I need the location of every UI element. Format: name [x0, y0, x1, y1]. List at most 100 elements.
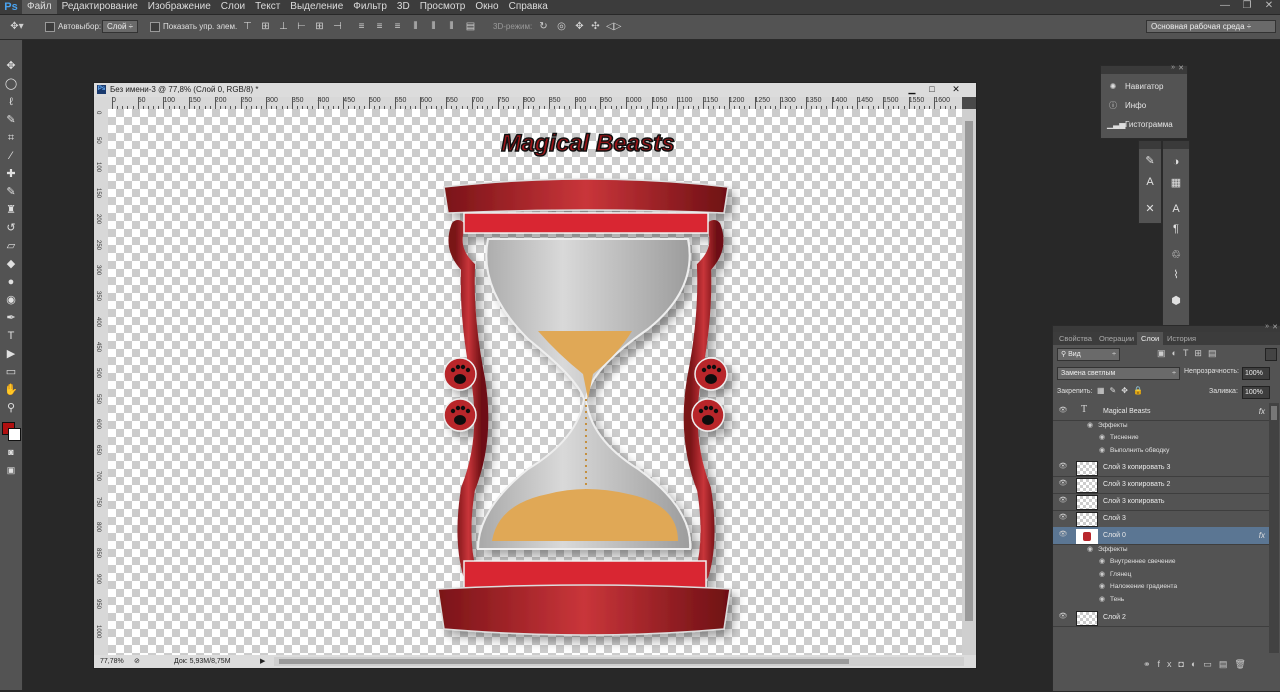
- effect-item[interactable]: ◉ Внутреннее свечение: [1053, 556, 1269, 568]
- status-info-icon[interactable]: ⊘: [134, 655, 140, 668]
- zoom-level[interactable]: 77,78%: [100, 655, 124, 668]
- blur-tool-icon[interactable]: ●: [3, 274, 19, 290]
- eraser-tool-icon[interactable]: ▱: [3, 238, 19, 254]
- drag-3d-icon[interactable]: ✥: [574, 21, 585, 32]
- workspace-dropdown[interactable]: Основная рабочая среда ÷: [1146, 20, 1276, 34]
- eye-icon[interactable]: ◉: [1098, 594, 1106, 606]
- doc-minimize-icon[interactable]: ▁: [902, 83, 922, 97]
- menu-item[interactable]: Окно: [470, 0, 503, 14]
- background-color-swatch[interactable]: [8, 428, 21, 441]
- layer-row[interactable]: 👁 Слой 0 fx: [1053, 527, 1269, 546]
- restore-icon[interactable]: ❐: [1236, 0, 1258, 14]
- hand-tool-icon[interactable]: ✋: [3, 382, 19, 398]
- move-tool-icon[interactable]: ✥: [3, 58, 19, 74]
- align-left-icon[interactable]: ⊢: [296, 21, 307, 32]
- character-icon[interactable]: A: [1142, 174, 1158, 190]
- eye-icon[interactable]: 👁: [1058, 530, 1068, 540]
- move-tool-icon[interactable]: ✥▾: [8, 21, 26, 32]
- 3d-cube-icon[interactable]: ⬢: [1168, 293, 1184, 309]
- tools-presets-icon[interactable]: ✕: [1142, 201, 1158, 217]
- align-hcenter-icon[interactable]: ⊞: [314, 21, 325, 32]
- auto-align-icon[interactable]: ▤: [465, 21, 476, 32]
- lock-icons[interactable]: ▦✎✥🔒: [1097, 386, 1148, 395]
- distribute-vcenter-icon[interactable]: ≡: [374, 21, 385, 32]
- layer-row[interactable]: 👁 Слой 3 копировать 3: [1053, 459, 1269, 478]
- rotate-3d-icon[interactable]: ↻: [538, 21, 549, 32]
- menu-item[interactable]: Файл: [22, 0, 57, 14]
- eye-icon[interactable]: ◉: [1086, 420, 1094, 432]
- vertical-scrollbar[interactable]: [962, 109, 976, 657]
- eye-icon[interactable]: 👁: [1058, 513, 1068, 523]
- effects-group[interactable]: ◉ Эффекты: [1053, 420, 1269, 432]
- show-controls-checkbox[interactable]: Показать упр. элем.: [150, 20, 237, 34]
- layer-row[interactable]: 👁 T Magical Beasts fx: [1053, 403, 1269, 421]
- menu-item[interactable]: Изображение: [143, 0, 216, 14]
- roll-3d-icon[interactable]: ◎: [556, 21, 567, 32]
- menu-item[interactable]: Редактирование: [57, 0, 143, 14]
- pen-tool-icon[interactable]: ✒: [3, 310, 19, 326]
- fx-icon[interactable]: fx: [1259, 527, 1265, 544]
- layer-filter-dropdown[interactable]: ⚲ Вид ÷: [1057, 348, 1120, 361]
- brush-presets-icon[interactable]: ✎: [1142, 153, 1158, 169]
- eye-icon[interactable]: ◉: [1098, 556, 1106, 568]
- quick-mask-icon[interactable]: ◙: [3, 444, 19, 460]
- crop-tool-icon[interactable]: ⌗: [3, 130, 19, 146]
- blend-mode-dropdown[interactable]: Замена светлым ÷: [1057, 367, 1180, 380]
- eye-icon[interactable]: 👁: [1058, 479, 1068, 489]
- eye-icon[interactable]: ◉: [1086, 544, 1094, 556]
- effect-item[interactable]: ◉ Наложение градиента: [1053, 581, 1269, 593]
- menu-item[interactable]: Фильтр: [348, 0, 392, 14]
- filter-toggle[interactable]: [1265, 348, 1277, 361]
- color-panel-icon[interactable]: ◑: [1168, 154, 1184, 170]
- scale-3d-icon[interactable]: ◁▷: [606, 21, 621, 32]
- eye-icon[interactable]: 👁: [1058, 612, 1068, 622]
- eye-icon[interactable]: ◉: [1098, 445, 1106, 457]
- fill-input[interactable]: 100%: [1242, 386, 1270, 399]
- eye-icon[interactable]: 👁: [1058, 462, 1068, 472]
- eyedropper-icon[interactable]: ⁄: [3, 148, 19, 164]
- path-selection-icon[interactable]: ▶: [3, 346, 19, 362]
- menu-item[interactable]: Просмотр: [415, 0, 471, 14]
- align-vcenter-icon[interactable]: ⊞: [260, 21, 271, 32]
- opacity-input[interactable]: 100%: [1242, 367, 1270, 380]
- tab-3[interactable]: История: [1163, 332, 1200, 345]
- menu-item[interactable]: Выделение: [285, 0, 348, 14]
- menu-item[interactable]: Справка: [504, 0, 553, 14]
- layer-row[interactable]: 👁 Слой 3 копировать: [1053, 493, 1269, 512]
- auto-select-checkbox[interactable]: Автовыбор:: [45, 20, 101, 34]
- paths-icon[interactable]: ⌇: [1168, 267, 1184, 283]
- paragraph-icon[interactable]: ¶: [1168, 221, 1184, 237]
- dodge-tool-icon[interactable]: ◉: [3, 292, 19, 308]
- screen-mode-icon[interactable]: ▣: [3, 462, 19, 478]
- layer-row[interactable]: 👁 Слой 3 копировать 2: [1053, 476, 1269, 495]
- doc-close-icon[interactable]: ✕: [946, 83, 966, 97]
- slide-3d-icon[interactable]: ✣: [590, 21, 601, 32]
- panel-header[interactable]: » ✕: [1101, 64, 1187, 74]
- tab-0[interactable]: Свойства: [1055, 332, 1096, 345]
- history-brush-icon[interactable]: ↺: [3, 220, 19, 236]
- eye-icon[interactable]: ◉: [1098, 581, 1106, 593]
- distribute-right-icon[interactable]: ⦀: [446, 21, 457, 32]
- canvas[interactable]: Magical Beasts: [108, 109, 962, 657]
- close-icon[interactable]: ✕: [1258, 0, 1280, 14]
- eye-icon[interactable]: 👁: [1058, 496, 1068, 506]
- paint-bucket-icon[interactable]: ◆: [3, 256, 19, 272]
- document-tab[interactable]: Ps Без имени-3 @ 77,8% (Слой 0, RGB/8) *…: [94, 83, 976, 97]
- marquee-tool-icon[interactable]: ◯: [3, 76, 19, 92]
- eye-icon[interactable]: ◉: [1098, 569, 1106, 581]
- horizontal-scrollbar[interactable]: [274, 657, 964, 666]
- panel-item[interactable]: ⓘ Инфо: [1107, 98, 1146, 114]
- tab-2[interactable]: Слои: [1137, 332, 1164, 345]
- swatches-icon[interactable]: ▦: [1168, 175, 1184, 191]
- effect-item[interactable]: ◉ Выполнить обводку: [1053, 445, 1269, 457]
- effect-item[interactable]: ◉ Глянец: [1053, 569, 1269, 581]
- tab-1[interactable]: Операции: [1095, 332, 1138, 345]
- minimize-icon[interactable]: —: [1214, 0, 1236, 14]
- eye-icon[interactable]: 👁: [1058, 406, 1068, 416]
- brush-tool-icon[interactable]: ✎: [3, 184, 19, 200]
- quick-selection-icon[interactable]: ✎: [3, 112, 19, 128]
- distribute-bottom-icon[interactable]: ≡: [392, 21, 403, 32]
- layer-row[interactable]: 👁 Слой 2: [1053, 609, 1269, 627]
- menu-item[interactable]: Слои: [216, 0, 250, 14]
- clone-stamp-icon[interactable]: ♜: [3, 202, 19, 218]
